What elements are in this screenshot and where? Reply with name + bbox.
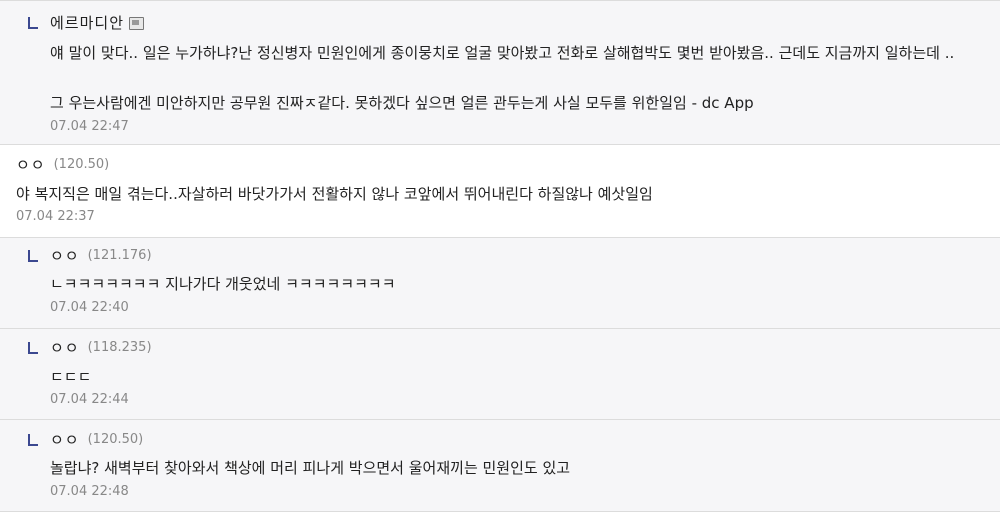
reply-arrow-icon [28,434,40,446]
comment-reply: ㅇㅇ (120.50) 놀랍냐? 새벽부터 찾아와서 책상에 머리 피나게 박으… [0,420,1000,512]
comment-text: 야 복지직은 매일 겪는다..자살하러 바닷가가서 전활하지 않나 코앞에서 뛰… [16,185,653,203]
comment-reply: 에르마디안 얘 말이 맞다.. 일은 누가하냐?난 정신병자 민원인에게 종이뭉… [0,0,1000,145]
comment-ip: (121.176) [87,248,152,263]
comment-text: 놀랍냐? 새벽부터 찾아와서 책상에 머리 피나게 박으면서 울어재끼는 민원인… [50,459,571,477]
comment-reply: ㅇㅇ (121.176) ㄴㅋㅋㅋㅋㅋㅋㅋ 지나가다 개웃었네 ㅋㅋㅋㅋㅋㅋㅋㅋ… [0,238,1000,329]
comment-author[interactable]: ㅇㅇ [16,155,46,175]
comment-text-line-1: 얘 말이 맞다.. 일은 누가하냐?난 정신병자 민원인에게 종이뭉치로 얼굴 … [50,44,955,62]
comment-date: 07.04 22:44 [50,392,129,407]
comment-ip: (118.235) [87,340,152,355]
comment-date: 07.04 22:37 [16,209,95,224]
comment-author[interactable]: ㅇㅇ [50,246,80,266]
comment-text-line-2: 그 우는사람에겐 미안하지만 공무원 진짜ㅈ같다. 못하겠다 싶으면 얼른 관두… [50,94,754,112]
comment: ㅇㅇ (120.50) 야 복지직은 매일 겪는다..자살하러 바닷가가서 전활… [0,146,1000,238]
comment-date: 07.04 22:40 [50,300,129,315]
gallery-badge-icon [129,16,145,30]
comment-author[interactable]: ㅇㅇ [50,338,80,358]
comment-date: 07.04 22:47 [50,119,129,134]
reply-arrow-icon [28,250,40,262]
comment-ip: (120.50) [53,157,110,172]
comment-date: 07.04 22:48 [50,484,129,499]
comment-reply: ㅇㅇ (118.235) ㄷㄷㄷ 07.04 22:44 [0,329,1000,420]
comment-ip: (120.50) [87,432,144,447]
reply-arrow-icon [28,342,40,354]
comment-text: ㄴㅋㅋㅋㅋㅋㅋㅋ 지나가다 개웃었네 ㅋㅋㅋㅋㅋㅋㅋㅋ [50,275,396,293]
comment-author[interactable]: ㅇㅇ [50,430,80,450]
comment-text: ㄷㄷㄷ [50,368,92,386]
comment-author[interactable]: 에르마디안 [50,13,124,33]
reply-arrow-icon [28,17,40,29]
